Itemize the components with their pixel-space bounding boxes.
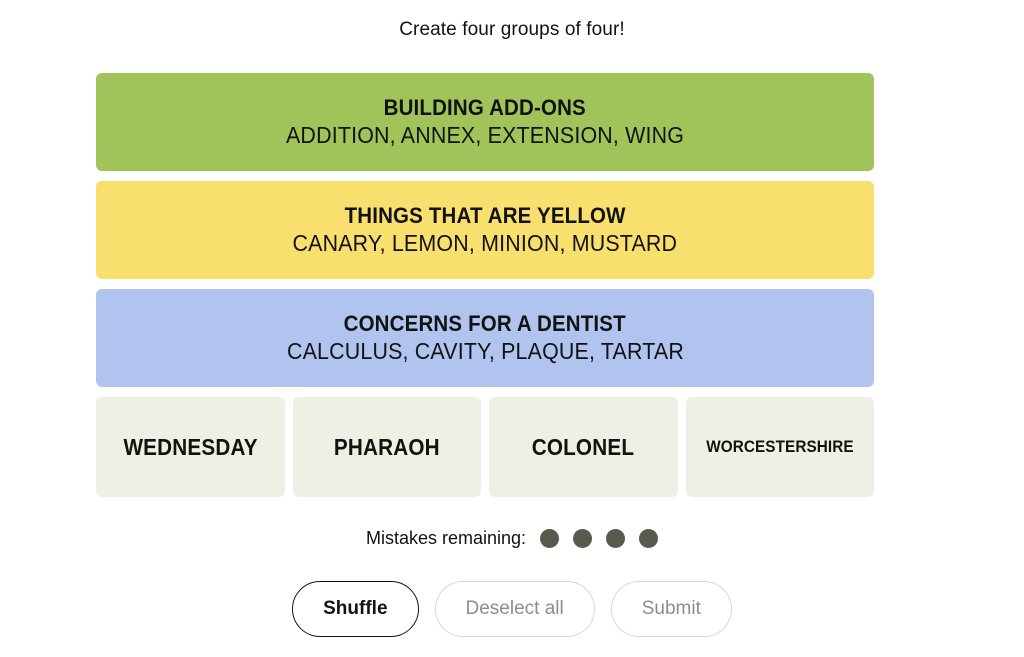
word-tile-label: PHARAOH: [333, 434, 440, 460]
word-tile-label: WEDNESDAY: [123, 434, 258, 460]
submit-button[interactable]: Submit: [610, 581, 732, 637]
solved-group-members: ADDITION, ANNEX, EXTENSION, WING: [285, 122, 685, 148]
solved-group-title: THINGS THAT ARE YELLOW: [344, 203, 626, 228]
mistake-dot-list: [540, 528, 659, 548]
mistake-dot: [606, 528, 626, 548]
mistake-dot: [639, 528, 659, 548]
instruction-text: Create four groups of four!: [399, 19, 625, 40]
mistake-dot: [540, 528, 560, 548]
word-tile-worcestershire[interactable]: WORCESTERSHIRE: [685, 397, 874, 497]
word-tile-label: WORCESTERSHIRE: [706, 437, 854, 456]
word-tile-pharaoh[interactable]: PHARAOH: [292, 397, 481, 497]
solved-group-blue: CONCERNS FOR A DENTIST CALCULUS, CAVITY,…: [96, 289, 874, 387]
action-buttons: Shuffle Deselect all Submit: [0, 581, 1024, 637]
mistakes-remaining: Mistakes remaining:: [0, 527, 1024, 549]
mistakes-label: Mistakes remaining:: [365, 528, 527, 548]
connections-game: Create four groups of four! BUILDING ADD…: [0, 0, 1024, 657]
shuffle-button[interactable]: Shuffle: [292, 581, 419, 637]
solved-group-green: BUILDING ADD-ONS ADDITION, ANNEX, EXTENS…: [96, 73, 874, 171]
solved-group-yellow: THINGS THAT ARE YELLOW CANARY, LEMON, MI…: [96, 181, 874, 279]
word-tile-wednesday[interactable]: WEDNESDAY: [96, 397, 285, 497]
deselect-all-button[interactable]: Deselect all: [434, 581, 595, 637]
game-board: BUILDING ADD-ONS ADDITION, ANNEX, EXTENS…: [96, 73, 874, 497]
word-tile-colonel[interactable]: COLONEL: [489, 397, 678, 497]
solved-group-title: BUILDING ADD-ONS: [383, 95, 587, 120]
tile-grid: WEDNESDAY PHARAOH COLONEL WORCESTERSHIRE: [96, 397, 874, 497]
solved-group-members: CALCULUS, CAVITY, PLAQUE, TARTAR: [286, 338, 684, 364]
mistake-dot: [573, 528, 593, 548]
word-tile-label: COLONEL: [532, 434, 635, 460]
solved-group-members: CANARY, LEMON, MINION, MUSTARD: [292, 230, 678, 256]
solved-group-title: CONCERNS FOR A DENTIST: [343, 311, 627, 336]
